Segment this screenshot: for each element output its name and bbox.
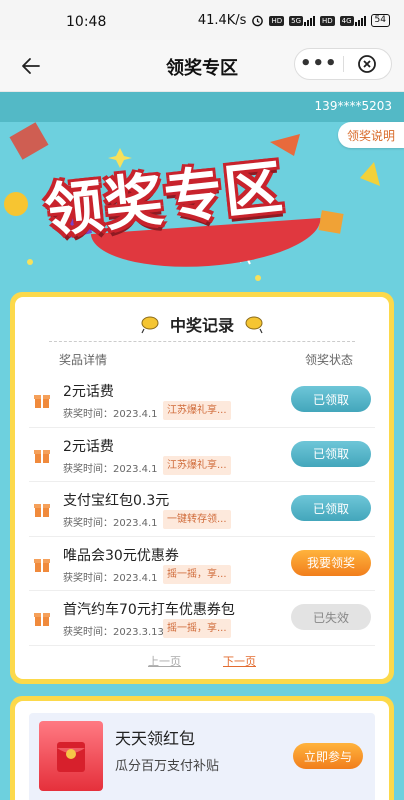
next-page-link[interactable]: 下一页 (223, 653, 256, 669)
expired-button: 已失效 (291, 604, 371, 630)
close-circle-icon (358, 55, 377, 73)
gift-icon (34, 504, 50, 517)
red-envelope-icon (57, 742, 85, 772)
prize-time: 获奖时间：2023.3.13 (63, 627, 164, 638)
prize-row: 支付宝红包0.3元 获奖时间：2023.4.1 一键转存领... 已领取 (29, 482, 375, 537)
battery-icon: 54 (370, 14, 390, 27)
prize-list: 2元话费 获奖时间：2023.4.1 江苏爆礼享... 已领取 2元话费 获奖时… (29, 373, 375, 646)
record-title: 中奖记录 (169, 316, 234, 335)
prize-source-tag: 江苏爆礼享... (163, 401, 231, 420)
column-header-status: 领奖状态 (304, 353, 353, 367)
prize-row: 首汽约车70元打车优惠券包 获奖时间：2023.3.13 摇一摇，享... 已失… (29, 591, 375, 646)
prize-time: 获奖时间：2023.4.1 (63, 518, 158, 529)
red-envelope-image (39, 721, 103, 791)
prize-name: 唯品会30元优惠券 (63, 547, 179, 564)
prize-time: 获奖时间：2023.4.1 (63, 572, 158, 584)
gift-icon (34, 449, 50, 463)
prize-source-tag: 摇一摇，享... (163, 564, 231, 584)
prev-page-link[interactable]: 上一页 (148, 653, 181, 669)
5g-badge: 5G (289, 16, 303, 26)
prize-source-tag: 一键转存领... (163, 510, 231, 529)
claimed-button[interactable]: 已领取 (291, 386, 371, 412)
prize-name: 2元话费 (63, 384, 114, 400)
4g-badge: 4G (339, 16, 354, 26)
promo-card: 天天领红包 瓜分百万支付补贴 立即参与 (10, 696, 394, 800)
network-speed: 41.4K/s (197, 13, 247, 28)
lantern-icon-right (245, 316, 263, 334)
signal-4g-icon: 4G (339, 15, 366, 26)
join-now-button[interactable]: 立即参与 (293, 743, 363, 769)
record-header: 中奖记录 (15, 307, 389, 341)
column-header-detail: 奖品详情 (59, 353, 108, 367)
prize-time: 获奖时间：2023.4.1 (63, 463, 158, 475)
account-strip: 139****5203 (0, 92, 404, 122)
lantern-icon (141, 316, 159, 334)
prize-row: 2元话费 获奖时间：2023.4.1 江苏爆礼享... 已领取 (29, 373, 375, 428)
status-bar: 10:48 41.4K/s HD 5G HD 4G 54 (0, 0, 404, 40)
prize-name: 支付宝红包0.3元 (63, 493, 170, 509)
promo-title: 天天领红包 (115, 729, 196, 748)
pagination: 上一页 下一页 (15, 653, 389, 669)
prize-time: 获奖时间：2023.4.1 (63, 409, 158, 420)
prize-record-panel: 中奖记录 奖品详情 领奖状态 2元话费 获奖时间：2023.4.1 江苏爆礼享.… (15, 297, 389, 679)
claim-prize-button[interactable]: 我要领奖 (291, 549, 371, 576)
prize-source-tag: 江苏爆礼享... (163, 455, 231, 475)
prize-row: 唯品会30元优惠券 获奖时间：2023.4.1 摇一摇，享... 我要领奖 (29, 537, 375, 591)
claimed-button[interactable]: 已领取 (291, 440, 371, 467)
gift-icon (34, 558, 50, 572)
prize-name: 首汽约车70元打车优惠券包 (63, 602, 235, 618)
hd-badge: HD (269, 15, 285, 26)
alarm-icon (252, 15, 264, 27)
more-button[interactable]: ••• (295, 54, 343, 74)
rules-button[interactable]: 领奖说明 (338, 122, 404, 148)
record-divider (49, 341, 355, 342)
promo-panel: 天天领红包 瓜分百万支付补贴 立即参与 (15, 701, 389, 800)
prize-name: 2元话费 (63, 438, 114, 455)
prize-record-card: 中奖记录 奖品详情 领奖状态 2元话费 获奖时间：2023.4.1 江苏爆礼享.… (10, 292, 394, 684)
signal-5g-icon: 5G (289, 15, 315, 26)
gift-icon (34, 395, 50, 408)
title-bar: 领奖专区 ••• (0, 40, 404, 92)
promo-subtitle: 瓜分百万支付补贴 (115, 759, 220, 774)
status-indicators: 41.4K/s HD 5G HD 4G 54 (198, 13, 390, 28)
banner: 领奖专区 (0, 122, 404, 292)
hd-badge-2: HD (320, 15, 335, 26)
prize-source-tag: 摇一摇，享... (163, 619, 231, 638)
claimed-button[interactable]: 已领取 (291, 495, 371, 521)
gift-icon (34, 613, 50, 626)
promo-item[interactable]: 天天领红包 瓜分百万支付补贴 立即参与 (29, 713, 375, 800)
mini-program-capsule: ••• (294, 48, 392, 80)
status-time: 10:48 (66, 14, 107, 30)
phone-number: 139****5203 (314, 99, 392, 113)
prize-row: 2元话费 获奖时间：2023.4.1 江苏爆礼享... 已领取 (29, 428, 375, 482)
close-button[interactable] (343, 54, 391, 74)
